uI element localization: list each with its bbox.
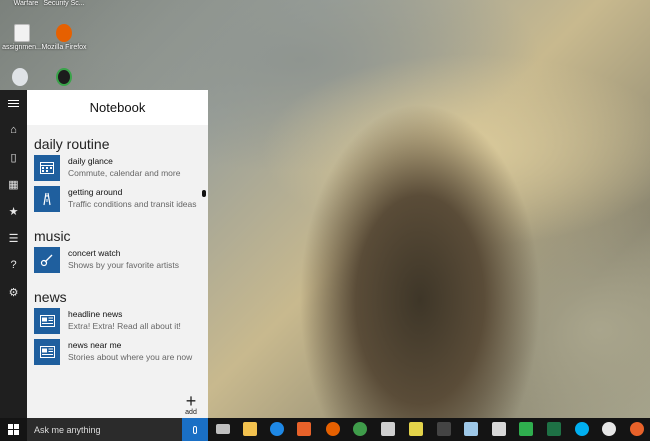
refresh-icon [56, 68, 72, 86]
notebook-header: Notebook [27, 90, 208, 125]
notebook-icon: ▯ [10, 151, 17, 164]
document-icon [14, 24, 30, 42]
rail-calendar-button[interactable]: ▦ [0, 173, 27, 195]
edge-icon[interactable] [270, 422, 284, 436]
task-view-icon[interactable] [216, 424, 230, 434]
list-item-concert-watch[interactable]: concert watch Shows by your favorite art… [34, 247, 204, 273]
start-button[interactable] [0, 418, 27, 441]
rail-help-button[interactable]: ? [0, 254, 27, 276]
newspaper-icon [34, 339, 60, 365]
item-title: news near me [68, 340, 122, 350]
mouse-cursor [202, 190, 206, 197]
desktop-icon-label: Security Sc... [43, 0, 85, 7]
monitor-icon[interactable] [492, 422, 506, 436]
road-icon [34, 186, 60, 212]
home-icon: ⌂ [10, 124, 17, 136]
settings-app-icon[interactable] [630, 422, 644, 436]
desktop-icon-security[interactable]: Security Sc... [36, 0, 92, 8]
rail-settings-button[interactable]: ⚙ [0, 281, 27, 303]
hamburger-menu-button[interactable] [0, 92, 27, 114]
firefox-icon [56, 24, 72, 42]
rail-notebook-button[interactable]: ▯ [0, 146, 27, 168]
sticky-notes-icon[interactable] [409, 422, 423, 436]
section-title-news: news [34, 289, 67, 305]
printer-icon[interactable] [381, 422, 395, 436]
microphone-button[interactable] [182, 418, 208, 441]
hamburger-icon [8, 99, 19, 107]
section-title-daily-routine: daily routine [34, 136, 110, 152]
daily-glance-icon [34, 155, 60, 181]
list-item-news-near-me[interactable]: news near me Stories about where you are… [34, 339, 204, 365]
cortana-search-box[interactable]: Ask me anything [27, 418, 208, 441]
search-placeholder: Ask me anything [34, 424, 101, 435]
newspaper-icon [34, 308, 60, 334]
section-title-music: music [34, 228, 71, 244]
settings-icon: ⚙ [8, 286, 19, 299]
file-explorer-icon[interactable] [243, 422, 257, 436]
green-app-icon[interactable] [519, 422, 533, 436]
item-title: getting around [68, 187, 123, 197]
excel-icon[interactable] [547, 422, 561, 436]
cortana-rail: ⌂ ▯ ▦ ★ ☰ ? ⚙ [0, 90, 27, 418]
item-subtitle: Extra! Extra! Read all about it! [68, 321, 181, 331]
terminal-icon[interactable] [437, 422, 451, 436]
desktop-icon-label: Warfare [13, 0, 39, 7]
calendar-icon: ▦ [8, 178, 19, 191]
page-title: Notebook [89, 100, 146, 115]
plus-icon: + [185, 391, 197, 411]
desktop-icon-label: Mozilla Firefox [41, 44, 87, 51]
add-label: add [185, 409, 197, 416]
item-title: concert watch [68, 248, 121, 258]
opera-icon[interactable] [602, 422, 616, 436]
item-title: daily glance [68, 156, 113, 166]
app-icon[interactable] [464, 422, 478, 436]
item-subtitle: Shows by your favorite artists [68, 260, 180, 270]
chrome-icon[interactable] [353, 422, 367, 436]
notebook-panel: Notebook daily routine daily glance Comm… [27, 90, 208, 418]
guitar-icon [34, 247, 60, 273]
user-icon [12, 68, 28, 86]
desktop-icon-firefox[interactable]: Mozilla Firefox [36, 24, 92, 52]
rail-home-button[interactable]: ⌂ [0, 119, 27, 141]
taskbar: Ask me anything [0, 418, 650, 441]
list-item-headline-news[interactable]: headline news Extra! Extra! Read all abo… [34, 308, 204, 334]
rail-favorites-button[interactable]: ★ [0, 200, 27, 222]
microphone-icon [193, 425, 197, 434]
skype-icon[interactable] [575, 422, 589, 436]
windows-logo-icon [8, 424, 19, 435]
add-button[interactable]: + add [182, 391, 200, 416]
item-title: headline news [68, 309, 123, 319]
list-item-getting-around[interactable]: getting around Traffic conditions and tr… [34, 186, 204, 212]
item-subtitle: Commute, calendar and more [68, 168, 181, 178]
star-icon: ★ [8, 205, 19, 218]
list-item-daily-glance[interactable]: daily glance Commute, calendar and more [34, 155, 204, 181]
rail-news-button[interactable]: ☰ [0, 227, 27, 249]
desktop-icon-refresh[interactable] [36, 68, 92, 88]
firefox-icon[interactable] [326, 422, 340, 436]
news-icon: ☰ [8, 232, 19, 245]
item-subtitle: Traffic conditions and transit ideas [68, 199, 197, 209]
media-player-icon[interactable] [297, 422, 311, 436]
help-icon: ? [10, 259, 17, 271]
item-subtitle: Stories about where you are now [68, 352, 193, 362]
